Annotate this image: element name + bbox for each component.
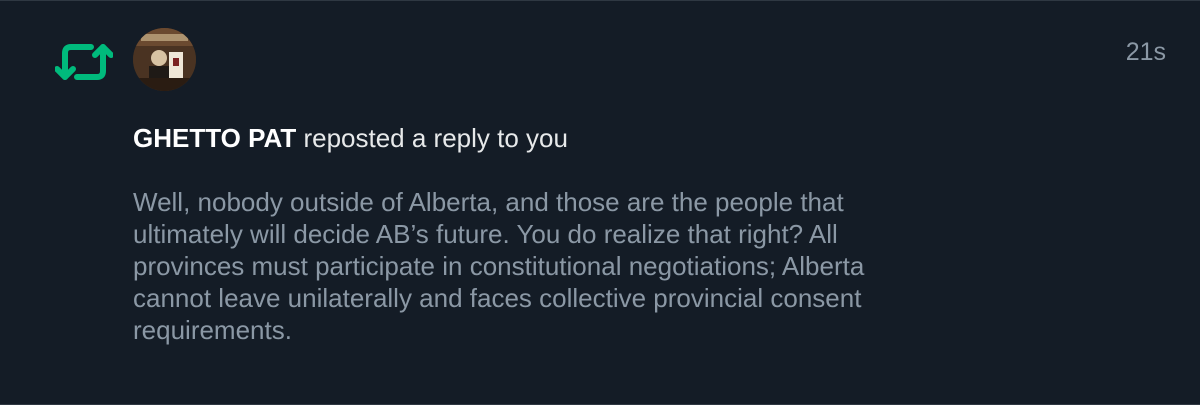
reply-text-line: provinces must participate in constituti…	[133, 251, 865, 281]
notification-headline: GHETTO PAT reposted a reply to you	[133, 123, 568, 154]
reply-text-line: requirements.	[133, 315, 292, 345]
user-name[interactable]: GHETTO PAT	[133, 123, 296, 153]
notification-item[interactable]: 21s GHETTO PAT reposted a reply to you W…	[0, 0, 1200, 405]
action-text: reposted a reply to you	[296, 123, 568, 153]
reply-text[interactable]: Well, nobody outside of Alberta, and tho…	[133, 186, 1143, 346]
reply-text-line: Well, nobody outside of Alberta, and tho…	[133, 187, 844, 217]
timestamp[interactable]: 21s	[1126, 38, 1166, 67]
user-avatar[interactable]	[133, 28, 196, 91]
reply-text-line: ultimately will decide AB’s future. You …	[133, 219, 838, 249]
repost-icon	[54, 39, 114, 85]
reply-text-line: cannot leave unilaterally and faces coll…	[133, 283, 862, 313]
